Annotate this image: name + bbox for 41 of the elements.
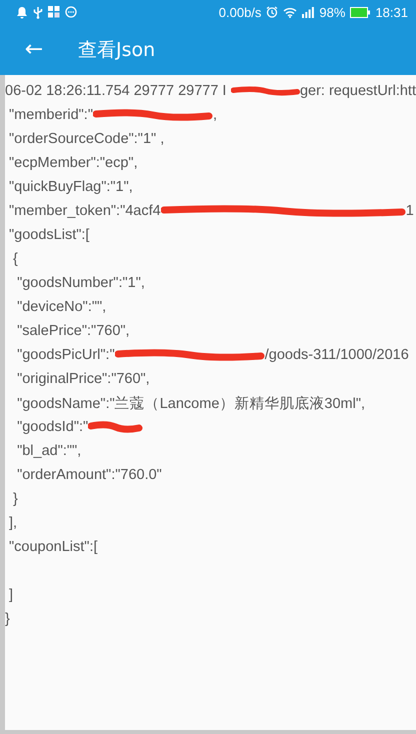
grid-icon bbox=[48, 6, 60, 18]
page-title: 查看Json bbox=[78, 38, 156, 62]
json-text: "originalPrice":"760", bbox=[16, 371, 150, 387]
chat-icon bbox=[65, 6, 77, 18]
json-text: "orderAmount":"760.0" bbox=[16, 467, 162, 483]
json-text: "quickBuyFlag":"1", bbox=[8, 179, 133, 195]
json-text: "ecpMember":"ecp", bbox=[8, 155, 138, 171]
json-text: "deviceNo":"", bbox=[16, 299, 106, 315]
json-text: ] bbox=[8, 587, 14, 603]
json-text: "couponList":[ bbox=[8, 539, 98, 555]
network-speed: 0.00b/s bbox=[218, 4, 262, 20]
usb-icon bbox=[33, 6, 43, 18]
json-text: } bbox=[5, 611, 10, 627]
redaction-scribble bbox=[88, 420, 144, 434]
json-text: 06-02 18:26:11.754 29777 29777 I bbox=[5, 83, 228, 99]
json-text: "memberid":" bbox=[8, 107, 93, 123]
json-text: , bbox=[212, 107, 217, 123]
clock-time: 18:31 bbox=[375, 4, 408, 20]
json-text: "goodsNumber":"1", bbox=[16, 275, 145, 291]
json-text: /goods-311/1000/2016 bbox=[264, 347, 409, 363]
json-text: { bbox=[12, 251, 18, 267]
json-text: "salePrice":"760", bbox=[16, 323, 130, 339]
json-text: "orderSourceCode":"1" , bbox=[8, 131, 164, 147]
json-text: "goodsId":" bbox=[16, 419, 88, 435]
wifi-icon bbox=[283, 6, 298, 18]
json-text: "goodsName":"兰蔻（Lancome）新精华肌底液30ml", bbox=[16, 394, 365, 412]
redaction-scribble bbox=[230, 84, 300, 98]
signal-icon bbox=[302, 6, 314, 18]
json-text: 1 bbox=[406, 203, 414, 219]
alarm-icon bbox=[266, 6, 278, 18]
json-text: ger: requestUrl:htt bbox=[300, 83, 416, 99]
json-text: "goodsPicUrl":" bbox=[16, 347, 115, 363]
battery-icon bbox=[350, 6, 370, 18]
battery-percent: 98% bbox=[319, 4, 346, 20]
bell-icon bbox=[16, 6, 28, 18]
json-text: } bbox=[12, 491, 18, 507]
json-text: "bl_ad":"", bbox=[16, 443, 82, 459]
json-text: "goodsList":[ bbox=[8, 227, 90, 243]
json-text: "member_token":"4acf4 bbox=[8, 203, 161, 219]
json-text: ], bbox=[8, 515, 18, 531]
back-button[interactable]: ← bbox=[22, 37, 46, 62]
